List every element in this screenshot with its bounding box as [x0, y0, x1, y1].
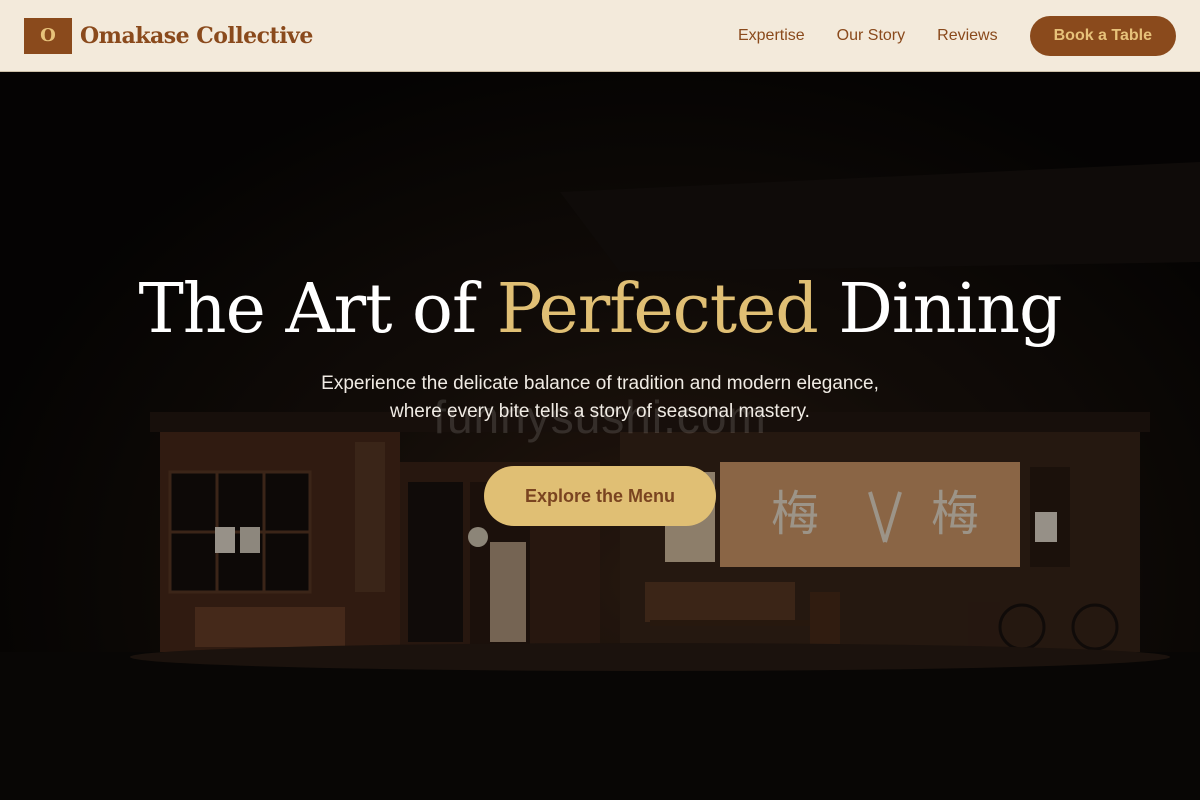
logo-mark[interactable]: O	[24, 17, 72, 54]
headline-part-2: Dining	[817, 270, 1062, 349]
subtitle-line-1: Experience the delicate balance of tradi…	[321, 373, 879, 394]
hero-content: The Art of Perfected Dining funnysushi.c…	[0, 72, 1200, 800]
explore-menu-button[interactable]: Explore the Menu	[484, 466, 716, 526]
logo-letter: O	[40, 25, 56, 46]
brand-name[interactable]: Omakase Collective	[80, 23, 313, 49]
book-a-table-button[interactable]: Book a Table	[1029, 15, 1176, 56]
hero-section: 梅 梅 The Art of Perfected Dining funnysus…	[0, 72, 1200, 800]
nav-link-expertise[interactable]: Expertise	[738, 27, 805, 45]
subtitle-line-2: where every bite tells a story of season…	[390, 401, 810, 422]
site-header: O Omakase Collective Expertise Our Story…	[0, 0, 1200, 72]
main-nav: Expertise Our Story Reviews Book a Table	[738, 15, 1176, 56]
headline-part-1: The Art of	[138, 270, 497, 349]
hero-subtitle: Experience the delicate balance of tradi…	[0, 370, 1200, 426]
headline-accent: Perfected	[496, 270, 819, 349]
nav-link-reviews[interactable]: Reviews	[937, 27, 997, 45]
nav-link-our-story[interactable]: Our Story	[837, 27, 905, 45]
hero-headline: The Art of Perfected Dining	[0, 270, 1200, 349]
